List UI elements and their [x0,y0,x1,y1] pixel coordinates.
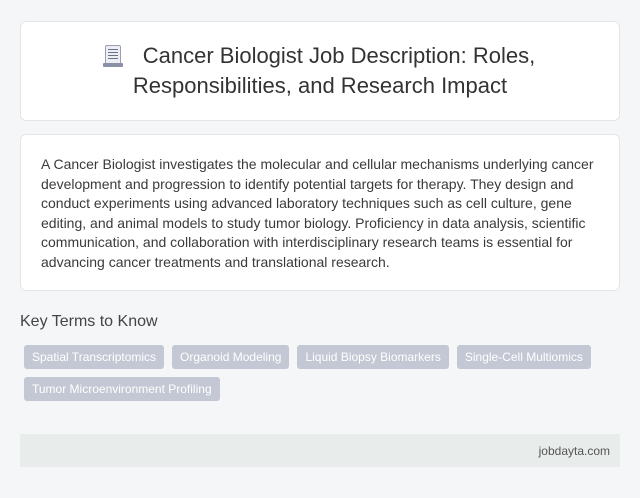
key-term-tag[interactable]: Organoid Modeling [172,345,290,369]
job-description: A Cancer Biologist investigates the mole… [41,156,594,270]
key-term-tag[interactable]: Single-Cell Multiomics [456,345,591,369]
footer: jobdayta.com [20,434,620,467]
key-term-tag[interactable]: Liquid Biopsy Biomarkers [297,345,449,369]
document-icon [102,45,123,67]
key-term-tag[interactable]: Tumor Microenvironment Profiling [24,377,220,401]
page: Cancer Biologist Job Description: Roles,… [0,0,640,498]
description-card: A Cancer Biologist investigates the mole… [20,134,620,291]
footer-site-link[interactable]: jobdayta.com [539,444,610,458]
key-terms-list: Spatial Transcriptomics Organoid Modelin… [24,345,620,401]
title-card: Cancer Biologist Job Description: Roles,… [20,21,620,121]
page-title-text: Cancer Biologist Job Description: Roles,… [132,43,536,98]
key-term-tag[interactable]: Spatial Transcriptomics [24,345,165,369]
key-terms-heading: Key Terms to Know [20,313,158,330]
page-title: Cancer Biologist Job Description: Roles,… [37,41,603,101]
